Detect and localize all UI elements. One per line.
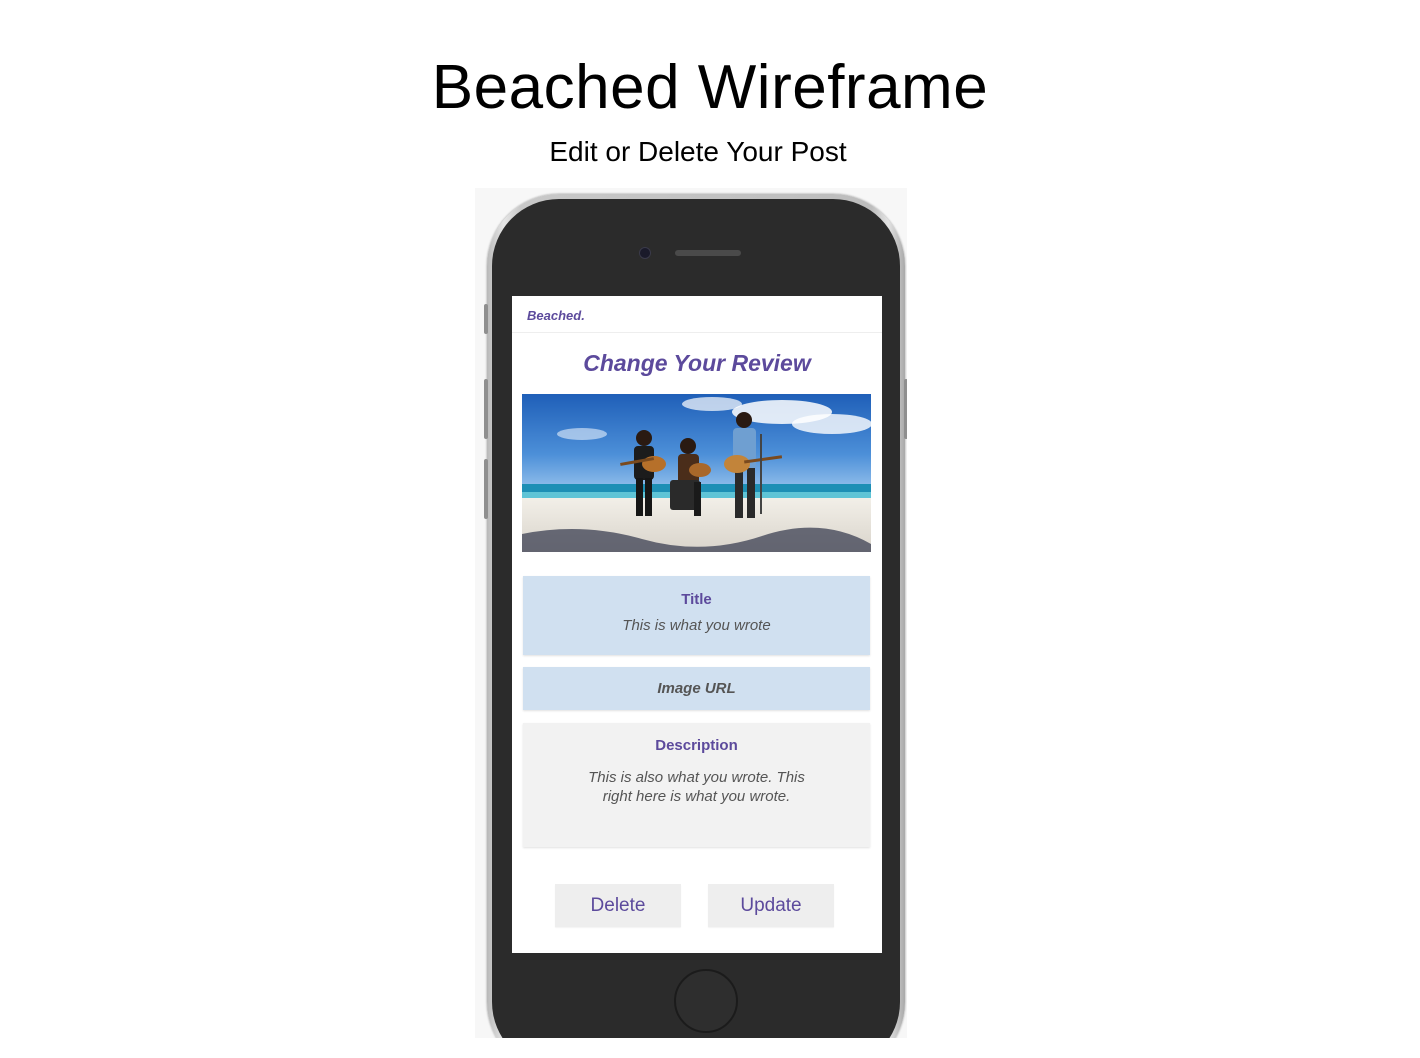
app-screen: Beached. Change Your Review Title This i… — [512, 296, 882, 953]
title-input-value[interactable]: This is what you wrote — [523, 617, 870, 634]
description-line-2: right here is what you wrote. — [602, 788, 791, 805]
hero-image — [522, 394, 871, 552]
image-url-placeholder[interactable]: Image URL — [523, 680, 870, 697]
volume-up-button — [484, 379, 488, 439]
camera-icon — [639, 247, 651, 259]
speaker-grille — [675, 250, 741, 256]
delete-button[interactable]: Delete — [555, 884, 681, 927]
header-divider — [512, 332, 882, 333]
beach-musicians-photo — [522, 394, 871, 552]
description-label: Description — [655, 737, 738, 754]
phone-mockup: Beached. Change Your Review Title This i… — [475, 188, 907, 1038]
mute-switch — [484, 304, 488, 334]
title-field[interactable]: Title This is what you wrote — [523, 576, 870, 655]
description-line-1: This is also what you wrote. This — [588, 769, 805, 786]
update-button[interactable]: Update — [708, 884, 834, 927]
page-title: Beached Wireframe — [431, 53, 989, 122]
description-input-value[interactable]: This is also what you wrote. This right … — [523, 768, 870, 806]
volume-down-button — [484, 459, 488, 519]
screen-title: Change Your Review — [583, 350, 811, 376]
power-button — [904, 379, 907, 439]
title-label: Title — [681, 591, 712, 608]
image-url-field[interactable]: Image URL — [523, 667, 870, 710]
home-button[interactable] — [674, 969, 738, 1033]
app-brand-logo[interactable]: Beached. — [527, 308, 585, 323]
description-field[interactable]: Description This is also what you wrote.… — [523, 723, 870, 847]
page-subtitle: Edit or Delete Your Post — [549, 136, 847, 167]
